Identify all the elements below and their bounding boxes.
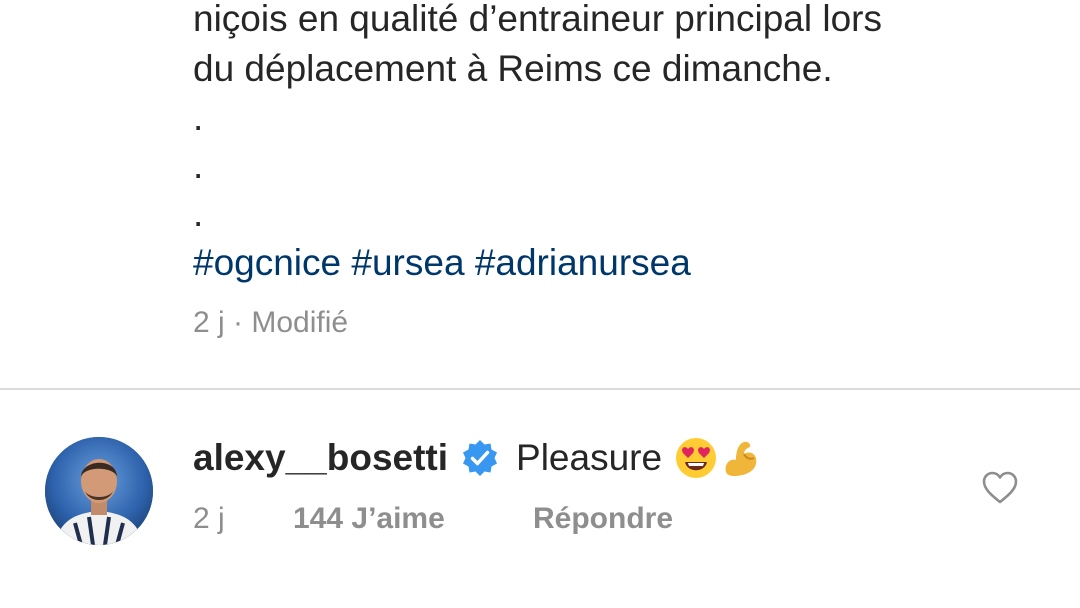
comment-text: Pleasure <box>516 437 663 478</box>
comment-likes-button[interactable]: 144 J’aime <box>293 502 533 536</box>
post-caption: niçois en qualité d’entraineur principal… <box>193 0 1053 288</box>
hashtag-link[interactable]: #ogcnice <box>193 242 341 283</box>
verified-badge-icon <box>460 438 500 478</box>
hashtag-link[interactable]: #ursea <box>351 242 464 283</box>
comment-time: 2 j <box>193 502 225 535</box>
divider <box>0 388 1080 390</box>
hashtag-link[interactable]: #adrianursea <box>475 242 691 283</box>
comment-actions: 2 j 144 J’aime Répondre <box>193 502 673 536</box>
avatar[interactable] <box>45 437 153 545</box>
heart-outline-icon[interactable] <box>980 468 1020 508</box>
caption-line: niçois en qualité d’entraineur principal… <box>193 0 882 39</box>
caption-dot: . <box>193 97 204 138</box>
post-time: 2 j <box>193 306 225 339</box>
caption-dot: . <box>193 193 204 234</box>
flexed-biceps-emoji <box>720 436 760 480</box>
avatar-photo <box>45 437 153 545</box>
hashtag-list: #ogcnice #ursea #adrianursea <box>193 238 1053 288</box>
edited-label: Modifié <box>251 306 349 339</box>
heart-eyes-emoji <box>674 436 718 480</box>
reply-button[interactable]: Répondre <box>533 502 673 536</box>
caption-dot: . <box>193 145 204 186</box>
comment-username[interactable]: alexy__bosetti <box>193 432 448 484</box>
caption-line: du déplacement à Reims ce dimanche. <box>193 48 833 89</box>
meta-separator: · <box>233 306 244 339</box>
post-meta: 2 j · Modifié <box>193 306 348 340</box>
comment-row: alexy__bosetti Pleasure <box>193 432 760 484</box>
